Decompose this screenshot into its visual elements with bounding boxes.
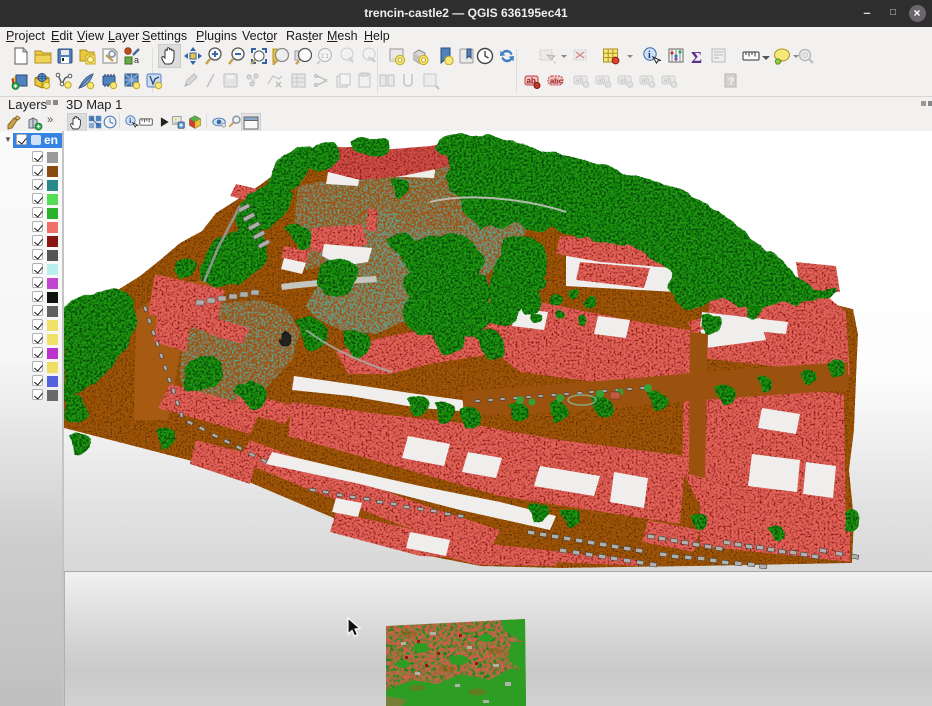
svg-text:ab: ab (642, 78, 650, 85)
svg-text:i: i (648, 50, 651, 61)
svg-text:ab: ab (664, 78, 672, 85)
svg-text:?: ? (728, 77, 734, 88)
svg-text:ab: ab (598, 78, 606, 85)
svg-text:i: i (129, 117, 131, 125)
svg-text:1:1: 1:1 (321, 54, 330, 60)
svg-text:ab: ab (620, 78, 628, 85)
svg-text:a: a (134, 55, 139, 65)
svg-text:abc: abc (550, 77, 563, 86)
svg-text:Σ: Σ (691, 48, 702, 65)
svg-text:ab: ab (576, 78, 584, 85)
